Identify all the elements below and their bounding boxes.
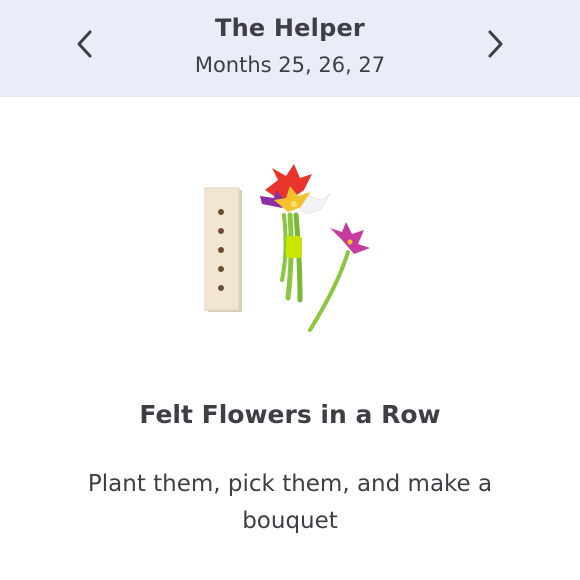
- product-title: Felt Flowers in a Row: [139, 400, 441, 429]
- wooden-block: [204, 187, 242, 312]
- single-flower: [308, 222, 370, 332]
- header-bar: The Helper Months 25, 26, 27: [0, 0, 580, 97]
- page: The Helper Months 25, 26, 27 Felt Flower…: [0, 0, 580, 580]
- product-description: Plant them, pick them, and make a bouque…: [87, 471, 493, 534]
- bouquet: [260, 164, 331, 303]
- chevron-right-icon: [488, 30, 503, 58]
- product-image: [204, 164, 370, 332]
- next-button[interactable]: [473, 22, 517, 66]
